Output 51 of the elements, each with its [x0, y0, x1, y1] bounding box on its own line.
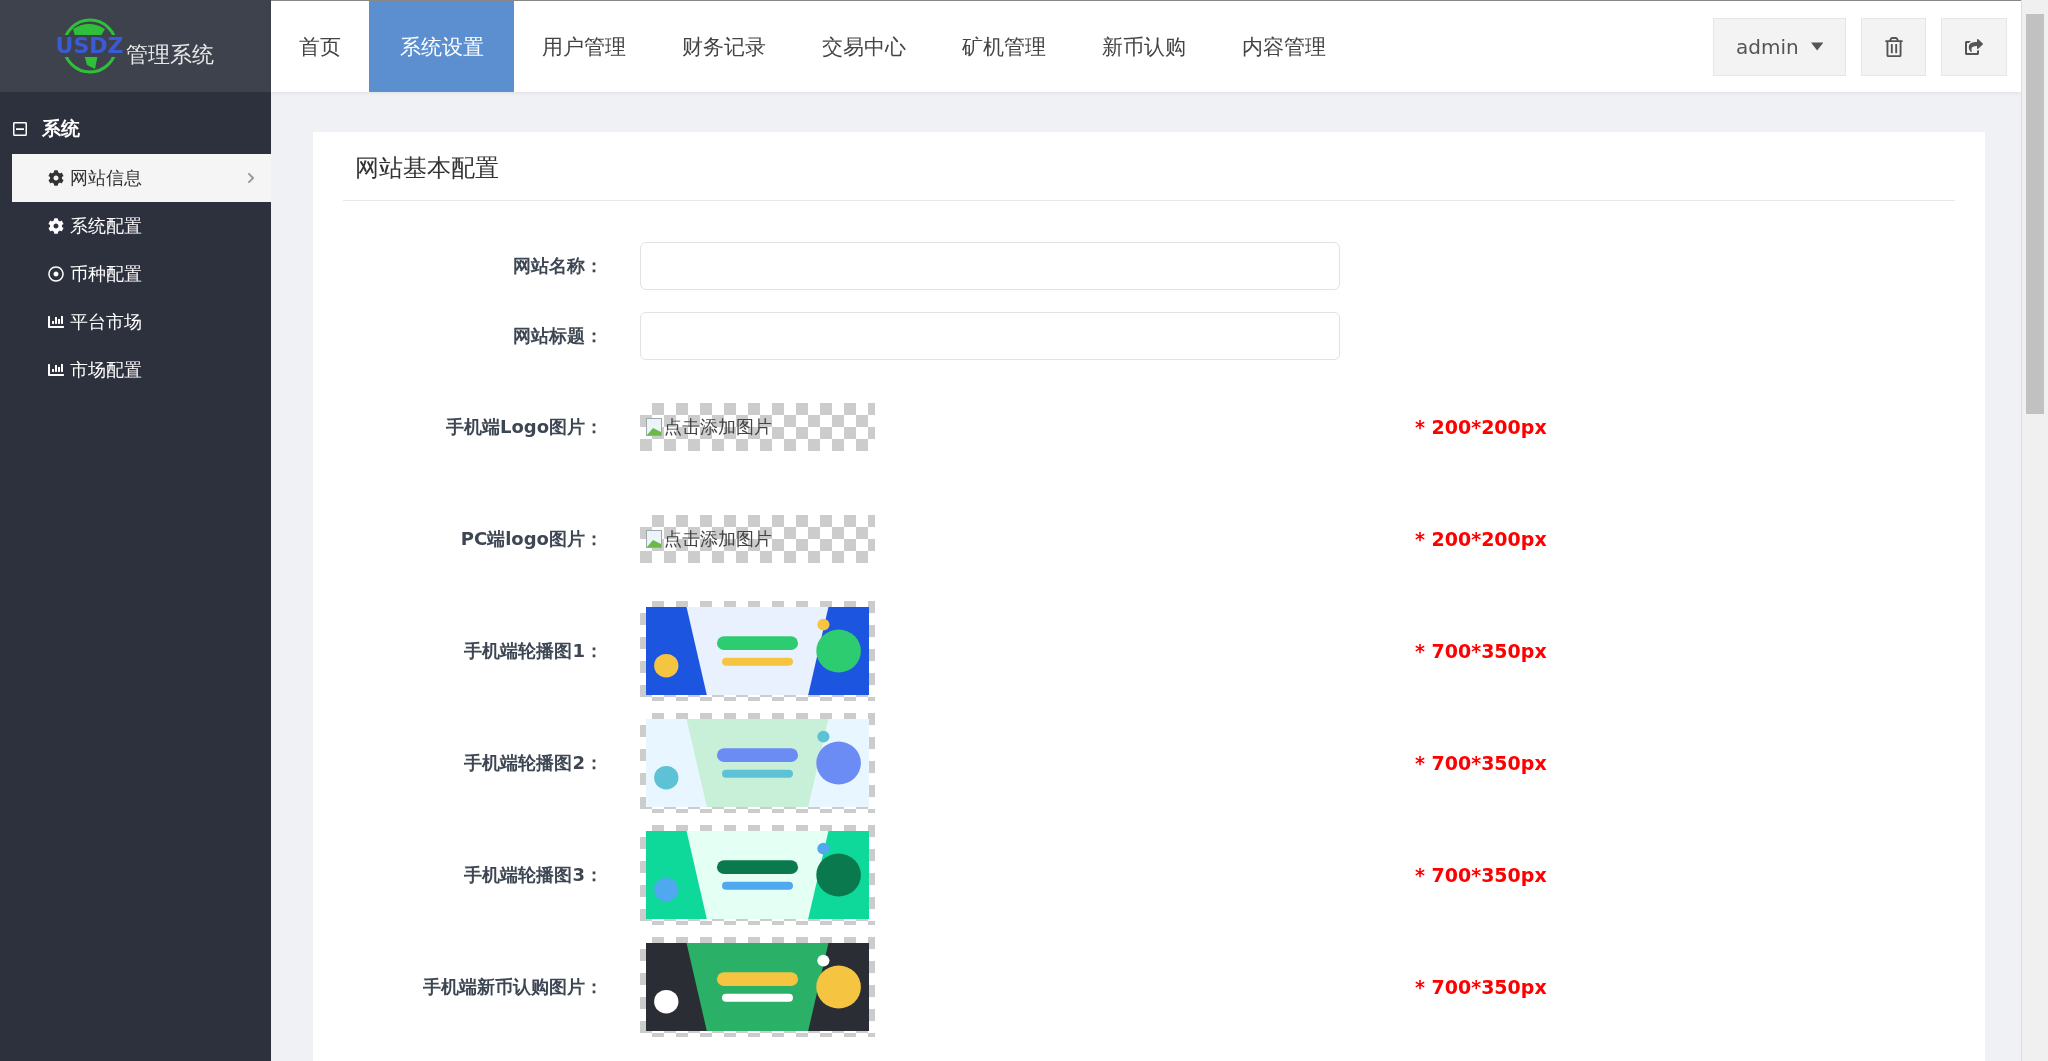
- caret-icon: [1810, 42, 1823, 51]
- broken-image-text: 点击添加图片: [646, 527, 772, 551]
- sidebar-group[interactable]: 系统: [42, 116, 80, 142]
- delete-button[interactable]: [1861, 17, 1926, 76]
- nav-tab[interactable]: 矿机管理: [934, 1, 1074, 92]
- field-label: 手机端轮播图3：: [463, 863, 603, 887]
- input-field[interactable]: [640, 242, 1340, 290]
- nav-tab[interactable]: 新币认购: [1074, 1, 1214, 92]
- bar-chart-icon: [48, 314, 64, 330]
- target-icon: [48, 266, 64, 282]
- sidebar-item[interactable]: 系统配置: [12, 202, 271, 250]
- sidebar-item[interactable]: 平台市场: [12, 298, 271, 346]
- collapse-icon[interactable]: [12, 121, 28, 137]
- scrollbar[interactable]: [2021, 0, 2048, 1061]
- sidebar-item[interactable]: 网站信息: [12, 154, 271, 202]
- user-menu-button[interactable]: admin: [1713, 17, 1846, 76]
- chevron-icon: [245, 172, 257, 184]
- sidebar-item[interactable]: 币种配置: [12, 250, 271, 298]
- gear-icon: [48, 218, 64, 234]
- image-icon: [646, 418, 662, 436]
- broken-image-text: 点击添加图片: [646, 415, 772, 439]
- size-hint: * 700*350px: [1415, 752, 1548, 774]
- nav-tab[interactable]: 内容管理: [1214, 1, 1354, 92]
- app-title: 管理系统: [125, 41, 214, 69]
- bar-chart-icon: [48, 362, 64, 378]
- field-label: 手机端轮播图1：: [463, 639, 603, 663]
- field-label: 手机端Logo图片：: [444, 415, 603, 439]
- field-label: PC端logo图片：: [459, 527, 603, 551]
- size-hint: * 700*350px: [1415, 640, 1548, 662]
- image-upload[interactable]: 点击添加图片: [640, 403, 875, 451]
- card-title: 网站基本配置: [343, 132, 1955, 201]
- image-upload[interactable]: 点击添加图片: [640, 515, 875, 563]
- nav-tab[interactable]: 财务记录: [654, 1, 794, 92]
- size-hint: * 200*200px: [1415, 416, 1548, 438]
- nav-tab[interactable]: 交易中心: [794, 1, 934, 92]
- share-icon: [1965, 37, 1983, 56]
- trash-icon: [1883, 36, 1904, 57]
- field-label: 手机端轮播图2：: [463, 751, 603, 775]
- field-label: 网站标题：: [512, 324, 603, 348]
- size-hint: * 700*350px: [1415, 976, 1548, 998]
- gear-icon: [48, 170, 64, 186]
- nav-tab[interactable]: 用户管理: [514, 1, 654, 92]
- input-field[interactable]: [640, 312, 1340, 360]
- sidebar-item[interactable]: 市场配置: [12, 346, 271, 394]
- size-hint: * 700*350px: [1415, 864, 1548, 886]
- field-label: 网站名称：: [512, 254, 603, 278]
- nav-tab[interactable]: 首页: [271, 1, 369, 92]
- size-hint: * 200*200px: [1415, 528, 1548, 550]
- field-label: 手机端新币认购图片：: [422, 975, 603, 999]
- logout-button[interactable]: [1941, 17, 2007, 76]
- image-icon: [646, 530, 662, 548]
